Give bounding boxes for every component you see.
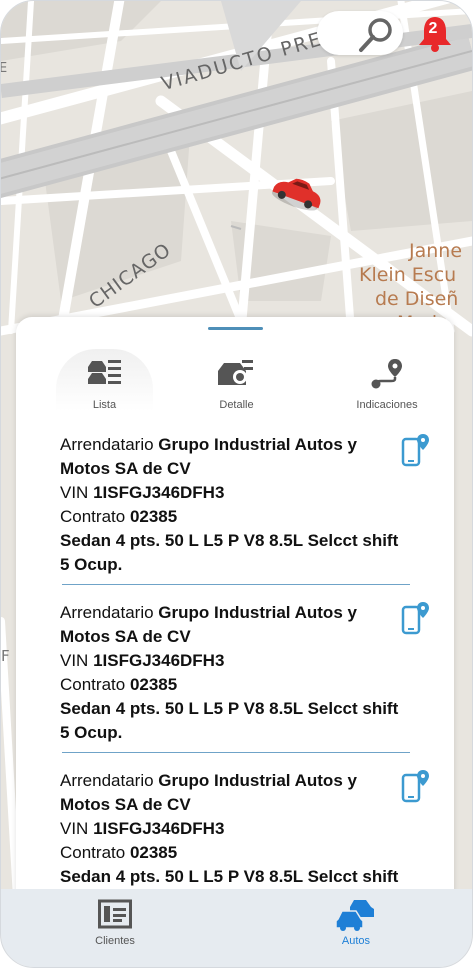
poi-label-line: Klein Escu — [359, 264, 457, 286]
notification-count: 2 — [428, 20, 438, 37]
route-icon — [371, 359, 402, 389]
car-list-icon — [88, 360, 121, 384]
cars-icon — [336, 900, 374, 931]
car-description: Sedan 4 pts. 50 L L5 P V8 8.5L Selcct sh… — [60, 531, 399, 574]
bottom-sheet: Lista Detalle Indicaciones Arrendatario … — [16, 317, 454, 937]
tab-lista[interactable]: Lista — [56, 349, 153, 419]
nav-autos[interactable]: Autos — [296, 889, 416, 967]
list-item[interactable]: Arrendatario Grupo Industrial Autos y Mo… — [16, 429, 454, 589]
nav-label: Clientes — [95, 935, 135, 947]
item-divider — [62, 752, 410, 753]
car-info: Arrendatario Grupo Industrial Autos y Mo… — [60, 601, 400, 745]
tab-indicaciones[interactable]: Indicaciones — [326, 349, 448, 419]
vin-label: VIN — [60, 651, 89, 670]
car-marker-icon[interactable] — [269, 175, 325, 213]
phone-frame: VIADUCTO PRE CHICAGO Janne Klein Escu de… — [0, 0, 473, 968]
contract-value: 02385 — [129, 507, 178, 526]
contract-value: 02385 — [129, 675, 178, 694]
vin-value: 1ISFGJ346DFH3 — [93, 483, 225, 502]
lessee-label: Arrendatario — [60, 771, 154, 790]
car-description: Sedan 4 pts. 50 L L5 P V8 8.5L Selcct sh… — [60, 699, 399, 742]
list-item[interactable]: Arrendatario Grupo Industrial Autos y Mo… — [16, 597, 454, 757]
car-detail-icon — [218, 360, 253, 385]
nav-label: Autos — [341, 935, 371, 947]
phone-location-icon[interactable] — [401, 601, 431, 635]
vin-label: VIN — [60, 483, 89, 502]
map-edge-label: E — [1, 61, 7, 76]
vin-value: 1ISFGJ346DFH3 — [93, 651, 225, 670]
sheet-drag-handle[interactable] — [208, 327, 263, 330]
id-card-icon — [98, 899, 132, 929]
tab-bar: Lista Detalle Indicaciones — [16, 349, 454, 419]
phone-location-icon[interactable] — [401, 769, 431, 803]
lessee-label: Arrendatario — [60, 603, 154, 622]
contract-label: Contrato — [60, 843, 126, 862]
tab-label: Lista — [92, 399, 117, 411]
item-divider — [62, 584, 410, 585]
vin-label: VIN — [60, 819, 89, 838]
bottom-navigation: Clientes Autos — [1, 889, 472, 967]
phone-location-icon[interactable] — [401, 433, 431, 467]
map-edge-label: F — [1, 647, 10, 665]
tab-detalle[interactable]: Detalle — [188, 349, 285, 419]
poi-label-line: Janne — [409, 240, 463, 262]
nav-clientes[interactable]: Clientes — [55, 889, 175, 967]
car-info: Arrendatario Grupo Industrial Autos y Mo… — [60, 433, 400, 577]
tab-label: Detalle — [219, 399, 254, 411]
contract-label: Contrato — [60, 507, 126, 526]
tab-label: Indicaciones — [356, 399, 418, 411]
vin-value: 1ISFGJ346DFH3 — [93, 819, 225, 838]
contract-value: 02385 — [129, 843, 178, 862]
poi-label-line: de Diseñ — [375, 288, 459, 310]
lessee-label: Arrendatario — [60, 435, 154, 454]
search-icon[interactable] — [355, 15, 397, 55]
contract-label: Contrato — [60, 675, 126, 694]
